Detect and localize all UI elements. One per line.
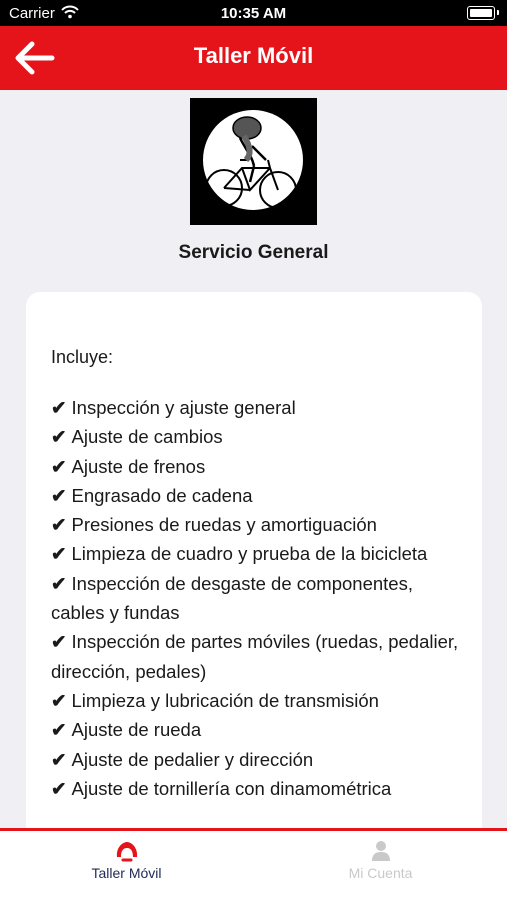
feature-item: ✔ Ajuste de frenos — [51, 455, 206, 477]
check-icon: ✔ — [51, 572, 67, 594]
status-bar: Carrier 10:35 AM — [0, 0, 507, 26]
includes-label: Incluye: — [51, 347, 114, 367]
navigation-bar: Taller Móvil — [0, 26, 507, 90]
feature-item: ✔ Limpieza de cuadro y prueba de la bicic… — [51, 543, 428, 565]
check-icon: ✔ — [51, 631, 67, 653]
helmet-icon — [0, 839, 253, 863]
service-details-card: Incluye: ✔ Inspección y ajuste general ✔ A… — [26, 292, 482, 852]
feature-item: ✔ Inspección de desgaste de componentes, … — [51, 572, 413, 624]
check-icon: ✔ — [51, 689, 67, 711]
cyclist-icon — [203, 110, 303, 210]
feature-item: ✔ Ajuste de rueda — [51, 719, 202, 741]
feature-item: ✔ Presiones de ruedas y amortiguación — [51, 514, 377, 536]
service-title: Servicio General — [178, 242, 329, 263]
check-icon: ✔ — [51, 748, 67, 770]
feature-item: ✔ Limpieza y lubricación de transmisión — [51, 689, 379, 711]
page-title: Taller Móvil — [193, 43, 314, 68]
status-time: 10:35 AM — [220, 5, 287, 22]
feature-item: ✔ Ajuste de pedalier y dirección — [51, 748, 314, 770]
user-icon — [254, 839, 507, 863]
feature-item: ✔ Ajuste de cambios — [51, 426, 223, 448]
check-icon: ✔ — [51, 514, 67, 536]
features-list: ✔ Inspección y ajuste general ✔ Ajuste de … — [51, 393, 461, 803]
tab-bar: Taller Móvil Mi Cuenta — [0, 828, 507, 903]
service-image — [190, 98, 317, 225]
check-icon: ✔ — [51, 484, 67, 506]
tab-label-mi-cuenta: Mi Cuenta — [348, 865, 413, 881]
tab-taller-movil[interactable]: Taller Móvil — [0, 831, 253, 903]
check-icon: ✔ — [51, 397, 67, 418]
feature-item: ✔ Inspección de partes móviles (ruedas, p… — [51, 631, 459, 682]
check-icon: ✔ — [51, 426, 67, 448]
feature-item: ✔ Engrasado de cadena — [51, 484, 253, 506]
check-icon: ✔ — [51, 777, 67, 799]
feature-item: ✔ Inspección y ajuste general — [51, 397, 296, 418]
check-icon: ✔ — [51, 719, 67, 741]
check-icon: ✔ — [51, 455, 67, 477]
feature-item: ✔ Ajuste de tornillería con dinamométrica — [51, 777, 392, 799]
tab-mi-cuenta[interactable]: Mi Cuenta — [254, 831, 507, 903]
battery-icon — [467, 6, 499, 20]
tab-label-taller-movil: Taller Móvil — [91, 865, 162, 881]
check-icon: ✔ — [51, 543, 67, 565]
